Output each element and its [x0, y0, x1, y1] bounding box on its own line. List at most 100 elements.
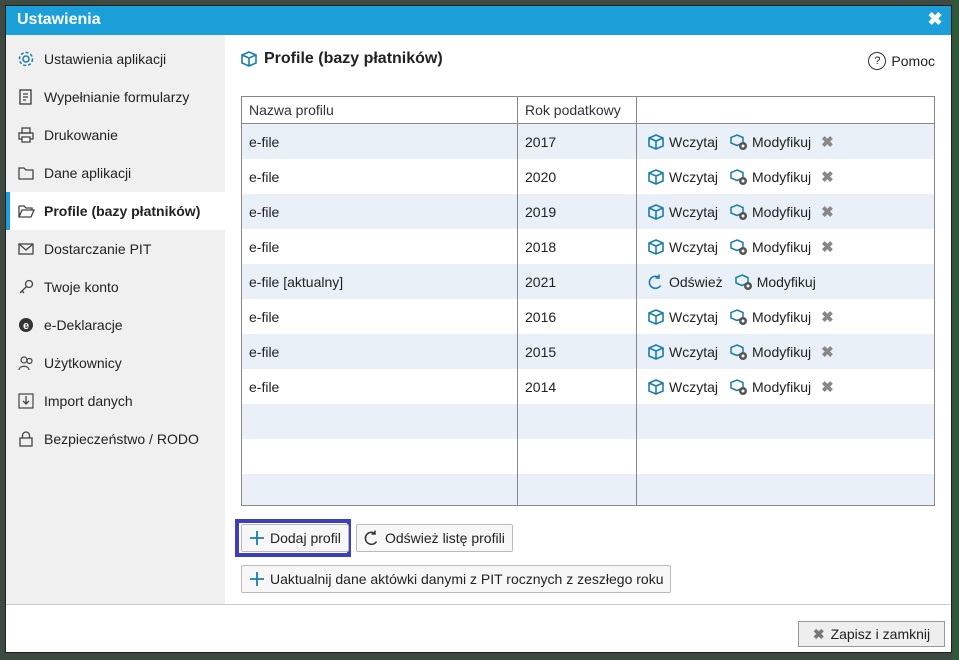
tax-year-cell: 2016 — [518, 299, 637, 334]
actions-cell: Wczytaj Modyfikuj ✖ — [637, 124, 934, 159]
box-icon — [241, 51, 257, 67]
sidebar-item-label: Użytkownicy — [44, 355, 122, 371]
sidebar-item[interactable]: Wypełnianie formularzy — [6, 78, 225, 116]
delete-icon[interactable]: ✖ — [821, 168, 834, 186]
svg-text:e: e — [23, 320, 29, 332]
load-action[interactable]: Wczytaj — [647, 308, 718, 326]
modify-action[interactable]: Modyfikuj — [730, 238, 811, 256]
form-icon — [17, 88, 35, 106]
page-title-text: Profile (bazy płatników) — [264, 50, 443, 67]
profile-name-cell: e-file — [242, 229, 518, 264]
modify-action-label: Modyfikuj — [756, 273, 816, 290]
sidebar-item-label: Dostarczanie PIT — [44, 241, 152, 257]
profiles-table: Nazwa profilu Rok podatkowy e-file 2017 Wc… — [241, 96, 935, 506]
tax-year-cell: 2018 — [518, 229, 637, 264]
modify-action-label: Modyfikuj — [752, 378, 812, 395]
load-action[interactable]: Wczytaj — [647, 133, 718, 151]
modify-action[interactable]: Modyfikuj — [730, 168, 811, 186]
modify-action[interactable]: Modyfikuj — [730, 378, 811, 396]
table-row[interactable]: e-file 2019 Wczytaj Modyfikuj ✖ — [242, 194, 934, 229]
box-gear-icon — [730, 133, 747, 150]
sidebar-item[interactable]: e e-Deklaracje — [6, 306, 225, 344]
empty-cell — [242, 474, 518, 505]
actions-cell: Wczytaj Modyfikuj ✖ — [637, 334, 934, 369]
sidebar-item[interactable]: Bezpieczeństwo / RODO — [6, 420, 225, 458]
tax-year-cell: 2014 — [518, 369, 637, 404]
delete-icon[interactable]: ✖ — [821, 203, 834, 221]
sidebar-item-label: Ustawienia aplikacji — [44, 51, 167, 67]
box-gear-icon — [734, 273, 752, 290]
table-row[interactable]: e-file 2017 Wczytaj Modyfikuj ✖ — [242, 124, 934, 159]
table-row[interactable]: e-file 2015 Wczytaj Modyfikuj ✖ — [242, 334, 934, 369]
empty-cell — [518, 474, 637, 505]
sidebar-item-label: Import danych — [44, 393, 133, 409]
profile-name-cell: e-file — [242, 334, 518, 369]
actions-cell: Wczytaj Modyfikuj ✖ — [637, 229, 934, 264]
box-icon — [648, 203, 664, 220]
window-title: Ustawienia — [17, 11, 101, 28]
refresh-list-button[interactable]: Odśwież listę profili — [356, 524, 513, 552]
sidebar-item[interactable]: Import danych — [6, 382, 225, 420]
box-gear-icon — [730, 308, 747, 325]
empty-cell — [518, 404, 637, 439]
modify-action-label: Modyfikuj — [752, 203, 812, 220]
box-gear-icon — [730, 203, 747, 220]
sidebar-item[interactable]: Drukowanie — [6, 116, 225, 154]
modify-action[interactable]: Modyfikuj — [730, 308, 811, 326]
modify-action-label: Modyfikuj — [752, 168, 812, 185]
profile-name-cell: e-file — [242, 299, 518, 334]
save-close-button[interactable]: ✖ Zapisz i zamknij — [798, 621, 945, 647]
close-icon: ✖ — [812, 625, 825, 642]
load-action[interactable]: Wczytaj — [647, 203, 718, 221]
save-close-label: Zapisz i zamknij — [830, 626, 931, 642]
modify-action[interactable]: Modyfikuj — [734, 273, 816, 291]
box-icon — [648, 378, 664, 395]
table-row[interactable]: e-file 2020 Wczytaj Modyfikuj ✖ — [242, 159, 934, 194]
box-gear-icon — [730, 378, 747, 395]
sidebar-item[interactable]: Twoje konto — [6, 268, 225, 306]
tax-year-cell: 2019 — [518, 194, 637, 229]
load-action[interactable]: Wczytaj — [647, 378, 718, 396]
load-action-label: Wczytaj — [669, 238, 718, 255]
sidebar-item[interactable]: Profile (bazy płatników) — [6, 192, 225, 230]
close-icon[interactable]: ✖ — [925, 9, 945, 29]
table-row[interactable]: e-file 2014 Wczytaj Modyfikuj ✖ — [242, 369, 934, 404]
modify-action[interactable]: Modyfikuj — [730, 343, 811, 361]
delete-icon[interactable]: ✖ — [821, 343, 834, 361]
refresh-action[interactable]: Odśwież — [647, 273, 723, 291]
delete-icon[interactable]: ✖ — [821, 378, 834, 396]
help-icon: ? — [868, 52, 887, 70]
table-row-empty — [242, 439, 934, 474]
modify-action[interactable]: Modyfikuj — [730, 133, 811, 151]
modify-action-label: Modyfikuj — [752, 343, 812, 360]
sidebar-item[interactable]: Dane aplikacji — [6, 154, 225, 192]
modify-action[interactable]: Modyfikuj — [730, 203, 811, 221]
box-icon — [648, 133, 664, 150]
sidebar-item[interactable]: Dostarczanie PIT — [6, 230, 225, 268]
column-header-year[interactable]: Rok podatkowy — [518, 97, 637, 123]
profile-name-cell: e-file — [242, 159, 518, 194]
load-action[interactable]: Wczytaj — [647, 343, 718, 361]
settings-dialog: Ustawienia ✖ Ustawienia aplikacji Wypełni… — [5, 5, 952, 653]
help-button[interactable]: ? Pomoc — [868, 52, 935, 70]
tax-year-cell: 2021 — [518, 264, 637, 299]
delete-icon[interactable]: ✖ — [821, 238, 834, 256]
delete-icon[interactable]: ✖ — [821, 308, 834, 326]
tax-year-cell: 2017 — [518, 124, 637, 159]
table-row[interactable]: e-file 2018 Wczytaj Modyfikuj ✖ — [242, 229, 934, 264]
sidebar-item-label: Bezpieczeństwo / RODO — [44, 431, 199, 447]
add-profile-label: Dodaj profil — [270, 530, 341, 546]
load-action[interactable]: Wczytaj — [647, 238, 718, 256]
box-icon — [648, 238, 664, 255]
table-row[interactable]: e-file [aktualny] 2021 Odśwież Modyfikuj — [242, 264, 934, 299]
column-header-name[interactable]: Nazwa profilu — [242, 97, 518, 123]
delete-icon[interactable]: ✖ — [821, 133, 834, 151]
add-profile-button[interactable]: Dodaj profil — [241, 524, 349, 552]
table-row[interactable]: e-file 2016 Wczytaj Modyfikuj ✖ — [242, 299, 934, 334]
load-action[interactable]: Wczytaj — [647, 168, 718, 186]
sidebar-item-label: Drukowanie — [44, 127, 118, 143]
sidebar-item[interactable]: Użytkownicy — [6, 344, 225, 382]
sidebar-item[interactable]: Ustawienia aplikacji — [6, 40, 225, 78]
title-bar: Ustawienia ✖ — [6, 6, 951, 35]
update-data-button[interactable]: Uaktualnij dane aktówki danymi z PIT roc… — [241, 565, 672, 593]
